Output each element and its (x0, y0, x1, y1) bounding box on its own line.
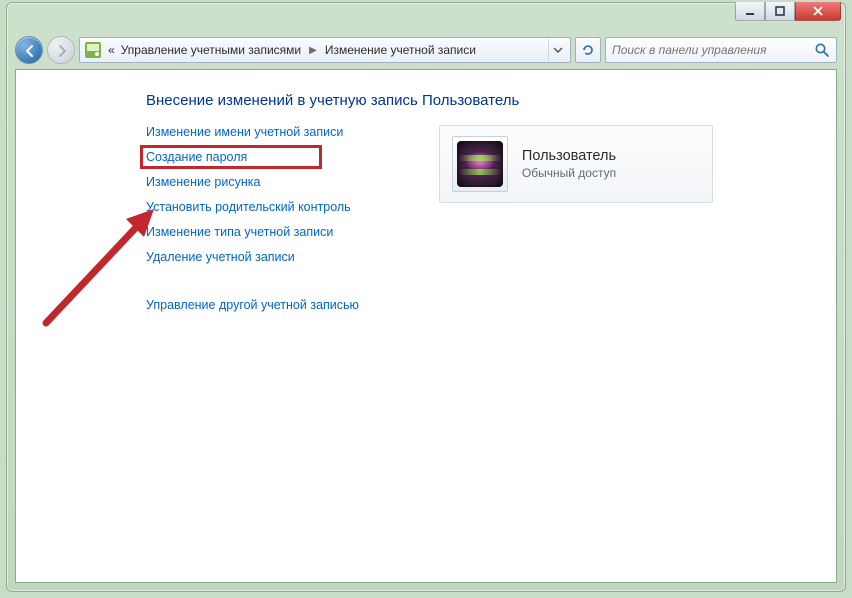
link-change-type[interactable]: Изменение типа учетной записи (146, 225, 333, 239)
breadcrumb-level2[interactable]: Изменение учетной записи (325, 43, 476, 57)
avatar (452, 136, 508, 192)
address-bar[interactable]: « Управление учетными записями ▶ Изменен… (79, 37, 571, 63)
link-change-picture[interactable]: Изменение рисунка (146, 175, 260, 189)
minimize-button[interactable] (735, 2, 765, 21)
close-button[interactable] (795, 2, 841, 21)
control-panel-icon (84, 41, 102, 59)
breadcrumb-level1[interactable]: Управление учетными записями (121, 43, 301, 57)
link-parental-controls[interactable]: Установить родительский контроль (146, 200, 351, 214)
link-change-name[interactable]: Изменение имени учетной записи (146, 125, 343, 139)
user-card: Пользователь Обычный доступ (439, 125, 713, 203)
back-button[interactable] (15, 36, 43, 64)
chevron-down-icon (553, 45, 563, 55)
search-icon[interactable] (814, 42, 830, 58)
link-manage-other[interactable]: Управление другой учетной записью (146, 298, 359, 312)
avatar-image (457, 141, 503, 187)
breadcrumb-prefix: « (108, 43, 115, 57)
arrow-right-icon (54, 43, 70, 59)
search-box[interactable] (605, 37, 837, 63)
forward-button (47, 36, 75, 64)
link-delete-account[interactable]: Удаление учетной записи (146, 250, 295, 264)
link-create-password[interactable]: Создание пароля (146, 150, 247, 164)
maximize-button[interactable] (765, 2, 795, 21)
search-input[interactable] (612, 43, 814, 57)
address-dropdown-button[interactable] (548, 39, 566, 61)
arrow-left-icon (22, 43, 38, 59)
refresh-button[interactable] (575, 37, 601, 63)
page-title: Внесение изменений в учетную запись Поль… (146, 92, 808, 109)
user-type: Обычный доступ (522, 166, 616, 180)
chevron-right-icon[interactable]: ▶ (307, 45, 319, 56)
user-name: Пользователь (522, 148, 616, 164)
refresh-icon (580, 42, 596, 58)
